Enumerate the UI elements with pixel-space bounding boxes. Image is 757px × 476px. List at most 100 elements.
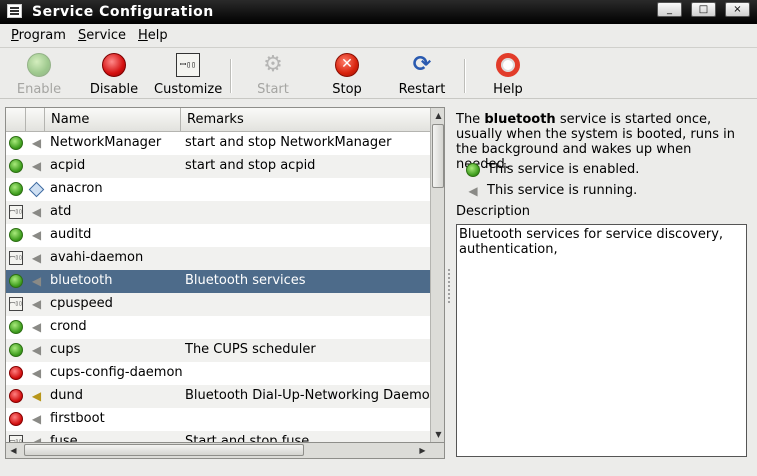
service-row-avahi-daemon[interactable]: ꟷ▯▯ ◀ avahi-daemon (6, 247, 430, 270)
service-configuration-window: Service Configuration _ □ × Program Serv… (0, 0, 757, 476)
vertical-scroll-thumb[interactable] (432, 124, 444, 188)
enabled-dot-icon[interactable] (9, 182, 23, 196)
start-button[interactable]: ⚙ Start (248, 53, 298, 98)
scroll-right-arrow-icon[interactable]: ▶ (416, 444, 429, 457)
window-title: Service Configuration (32, 4, 214, 20)
service-name: acpid (50, 158, 86, 173)
service-row-fuse[interactable]: ꟷ▯▯ ◀ fuse Start and stop fuse (6, 431, 430, 443)
stop-icon: ✕ (335, 53, 359, 77)
service-name: avahi-daemon (50, 250, 144, 265)
scroll-left-arrow-icon[interactable]: ◀ (7, 444, 20, 457)
plug-icon: ◀ (31, 251, 42, 265)
custom-runlevel-icon[interactable]: ꟷ▯▯ (9, 251, 23, 265)
service-row-atd[interactable]: ꟷ▯▯ ◀ atd (6, 201, 430, 224)
customize-label: Customize (154, 82, 223, 97)
xinetd-diamond-icon (28, 181, 45, 198)
stop-button[interactable]: ✕ Stop (322, 53, 372, 97)
service-row-auditd[interactable]: ◀ auditd (6, 224, 430, 247)
service-name: cups-config-daemon (50, 365, 183, 380)
enabled-dot-icon[interactable] (9, 136, 23, 150)
vertical-scrollbar[interactable]: ▲ ▼ (430, 108, 444, 442)
pane-resize-handle[interactable] (446, 268, 452, 304)
service-row-cpuspeed[interactable]: ꟷ▯▯ ◀ cpuspeed (6, 293, 430, 316)
service-row-bluetooth[interactable]: ◀ bluetooth Bluetooth services (6, 270, 430, 293)
help-button[interactable]: Help (483, 53, 533, 97)
header-running[interactable] (26, 108, 45, 132)
description-textbox[interactable]: Bluetooth services for service discovery… (456, 224, 747, 457)
enabled-dot-icon[interactable] (9, 320, 23, 334)
horizontal-scrollbar[interactable]: ◀ ▶ (5, 443, 445, 459)
service-row-dund[interactable]: ◀ dund Bluetooth Dial-Up-Networking Daemon… (6, 385, 430, 408)
menu-service[interactable]: Service (78, 28, 126, 43)
disabled-dot-icon[interactable] (9, 366, 23, 380)
app-icon (7, 4, 22, 18)
plug-icon: ◀ (31, 320, 42, 334)
menu-help[interactable]: Help (138, 28, 168, 43)
close-button[interactable]: × (725, 2, 750, 17)
service-row-acpid[interactable]: ◀ acpid start and stop acpid (6, 155, 430, 178)
service-name: anacron (50, 181, 103, 196)
plug-icon: ◀ (31, 297, 42, 311)
refresh-icon: ⟳ (412, 52, 432, 77)
custom-runlevel-icon[interactable]: ꟷ▯▯ (9, 205, 23, 219)
service-name: bluetooth (50, 273, 113, 288)
customize-button[interactable]: ꟷ▯▯ Customize (154, 53, 222, 97)
service-name: NetworkManager (50, 135, 162, 150)
toolbar-separator (230, 59, 232, 93)
minimize-button[interactable]: _ (657, 2, 682, 17)
service-name: fuse (50, 434, 78, 443)
service-row-firstboot[interactable]: ◀ firstboot (6, 408, 430, 431)
toolbar: Enable Disable ꟷ▯▯ Customize ⚙ Start ✕ S… (0, 49, 757, 99)
enabled-dot-icon[interactable] (9, 228, 23, 242)
info-prefix: The (456, 112, 485, 127)
menu-program[interactable]: Program (11, 28, 66, 43)
service-list[interactable]: Name Remarks ◀ NetworkManager start and st… (5, 107, 445, 443)
toolbar-separator (464, 59, 466, 93)
enabled-dot-icon[interactable] (9, 274, 23, 288)
start-label: Start (257, 82, 289, 97)
plug-icon: ◀ (31, 228, 42, 242)
plug-icon: ◀ (31, 412, 42, 426)
service-row-crond[interactable]: ◀ crond (6, 316, 430, 339)
statusbar (0, 462, 757, 476)
service-name: cups (50, 342, 81, 357)
menu-help-mnemonic: H (138, 28, 148, 43)
red-dot-icon (102, 53, 126, 77)
scroll-down-arrow-icon[interactable]: ▼ (432, 428, 444, 441)
enable-button[interactable]: Enable (14, 53, 64, 97)
header-remarks[interactable]: Remarks (181, 108, 430, 132)
service-remark: Start and stop fuse (185, 434, 310, 443)
service-remark: start and stop acpid (185, 158, 316, 173)
plug-icon: ◀ (31, 136, 42, 150)
custom-runlevel-icon[interactable]: ꟷ▯▯ (9, 435, 23, 442)
service-row-cups-config-daemon[interactable]: ◀ cups-config-daemon (6, 362, 430, 385)
scroll-up-arrow-icon[interactable]: ▲ (432, 109, 444, 122)
enabled-dot-icon[interactable] (9, 343, 23, 357)
disabled-dot-icon[interactable] (9, 389, 23, 403)
plug-icon: ◀ (31, 274, 42, 288)
service-remark: start and stop NetworkManager (185, 135, 392, 150)
service-name: crond (50, 319, 87, 334)
enabled-dot-icon[interactable] (9, 159, 23, 173)
service-name: firstboot (50, 411, 105, 426)
header-name[interactable]: Name (45, 108, 181, 132)
plug-icon: ◀ (31, 343, 42, 357)
plug-icon: ◀ (31, 435, 42, 443)
plug-icon: ◀ (31, 389, 42, 403)
menu-program-mnemonic: P (11, 28, 19, 43)
maximize-button[interactable]: □ (691, 2, 716, 17)
service-row-NetworkManager[interactable]: ◀ NetworkManager start and stop NetworkMan… (6, 132, 430, 155)
disable-button[interactable]: Disable (86, 53, 142, 97)
custom-runlevel-icon[interactable]: ꟷ▯▯ (9, 297, 23, 311)
service-name: cpuspeed (50, 296, 113, 311)
restart-button[interactable]: ⟳ Restart (394, 52, 450, 98)
list-header: Name Remarks (6, 108, 430, 132)
list-rows: ◀ NetworkManager start and stop NetworkMan… (6, 132, 430, 443)
green-dot-icon (27, 53, 51, 77)
service-row-anacron[interactable]: anacron (6, 178, 430, 201)
horizontal-scroll-thumb[interactable] (24, 444, 304, 456)
customize-icon: ꟷ▯▯ (176, 53, 200, 77)
header-state[interactable] (6, 108, 26, 132)
service-row-cups[interactable]: ◀ cups The CUPS scheduler (6, 339, 430, 362)
disabled-dot-icon[interactable] (9, 412, 23, 426)
